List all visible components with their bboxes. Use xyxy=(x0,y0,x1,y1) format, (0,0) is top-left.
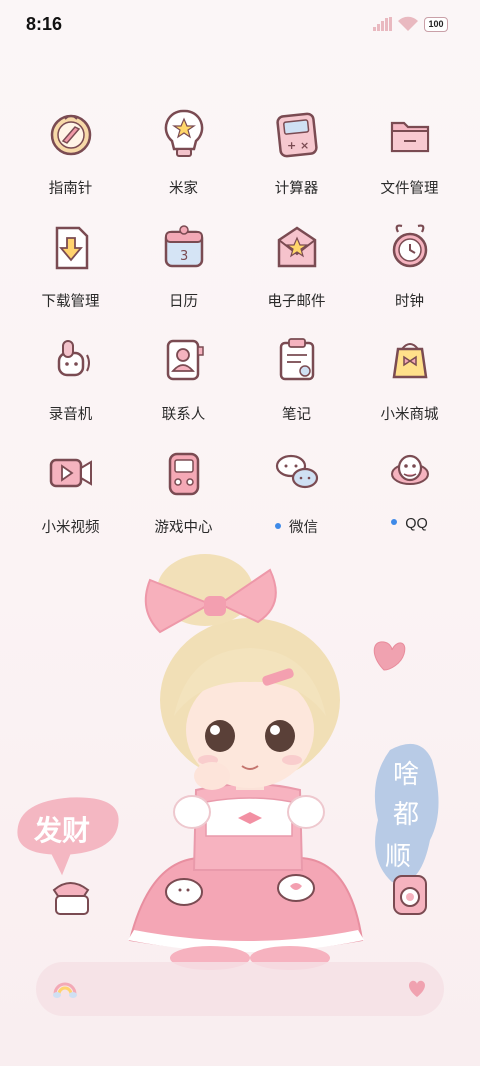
wifi-icon xyxy=(398,16,418,31)
heart-icon xyxy=(409,980,425,997)
recorder-icon xyxy=(57,340,90,377)
app-label: 笔记 xyxy=(282,407,311,423)
fortune-bubble: 发财 xyxy=(17,797,119,876)
cloud-sticker xyxy=(165,878,203,906)
chat-sticker xyxy=(277,874,315,902)
app-calendar[interactable]: 3 日历 xyxy=(127,218,240,328)
luck-bubble: 啥 都 顺 xyxy=(374,743,439,884)
mijia-icon xyxy=(164,109,204,157)
contacts-icon xyxy=(166,339,204,381)
app-game-center[interactable]: 游戏中心 xyxy=(127,444,240,554)
app-wechat[interactable]: 微信 xyxy=(240,444,353,554)
clock-icon xyxy=(392,224,428,268)
app-clock[interactable]: 时钟 xyxy=(353,218,466,328)
app-notes[interactable]: 笔记 xyxy=(240,331,353,441)
app-email[interactable]: 电子邮件 xyxy=(240,218,353,328)
svg-text:都: 都 xyxy=(393,800,419,830)
app-download-manager[interactable]: 下载管理 xyxy=(14,218,127,328)
notification-dot xyxy=(275,523,281,530)
app-file-manager[interactable]: 文件管理 xyxy=(353,105,466,215)
notification-dot xyxy=(391,519,398,526)
app-calculator[interactable]: + × 计算器 xyxy=(240,105,353,215)
mail-icon xyxy=(277,226,317,268)
app-label: 米家 xyxy=(169,181,198,197)
svg-text:顺: 顺 xyxy=(385,842,411,872)
status-bar: 8:16 100 xyxy=(0,0,480,50)
app-recorder[interactable]: 录音机 xyxy=(14,331,127,441)
app-label: 电子邮件 xyxy=(267,294,326,310)
app-label: 微信 xyxy=(240,516,353,537)
app-mi-video[interactable]: 小米视频 xyxy=(14,444,127,554)
signal-icon xyxy=(373,17,392,31)
dock-bar xyxy=(36,962,444,1016)
app-mijia[interactable]: 米家 xyxy=(127,105,240,215)
telephone-icon xyxy=(52,882,90,915)
svg-text:3: 3 xyxy=(180,249,188,264)
app-label: 时钟 xyxy=(395,294,424,310)
app-label: 联系人 xyxy=(161,407,206,423)
app-label: 日历 xyxy=(169,294,198,310)
app-label: 录音机 xyxy=(48,407,93,423)
compass-icon xyxy=(50,114,92,156)
game-icon xyxy=(168,452,200,496)
wallpaper-illustration: 发财 啥 都 顺 xyxy=(17,554,439,970)
app-compass[interactable]: 指南针 xyxy=(14,105,127,215)
status-time: 8:16 xyxy=(26,14,63,34)
svg-text:发财: 发财 xyxy=(33,814,90,847)
shop-icon xyxy=(392,343,428,379)
svg-text:+ ×: + × xyxy=(287,139,309,152)
video-icon xyxy=(49,458,92,488)
wechat-icon xyxy=(275,454,319,489)
app-contacts[interactable]: 联系人 xyxy=(127,331,240,441)
folder-icon xyxy=(390,121,430,153)
app-label: 文件管理 xyxy=(380,181,439,197)
app-label: 小米视频 xyxy=(41,520,100,536)
app-label: QQ xyxy=(353,516,466,532)
calculator-icon: + × xyxy=(276,112,318,158)
svg-text:啥: 啥 xyxy=(393,760,419,790)
app-qq[interactable]: QQ xyxy=(353,444,466,554)
calendar-icon: 3 xyxy=(164,225,204,268)
app-label: 计算器 xyxy=(274,181,319,197)
battery-indicator: 100 xyxy=(424,17,448,32)
rainbow-icon xyxy=(53,982,77,998)
app-label: 游戏中心 xyxy=(154,520,213,536)
camera-icon xyxy=(393,875,427,915)
app-label: 下载管理 xyxy=(41,294,100,310)
app-label: 指南针 xyxy=(48,181,93,197)
app-mi-store[interactable]: 小米商城 xyxy=(353,331,466,441)
download-icon xyxy=(55,226,89,270)
app-label: 小米商城 xyxy=(380,407,439,423)
qq-icon xyxy=(391,454,429,485)
notes-icon xyxy=(279,338,315,381)
girl-figure xyxy=(128,554,364,970)
heart-icon xyxy=(373,641,406,671)
